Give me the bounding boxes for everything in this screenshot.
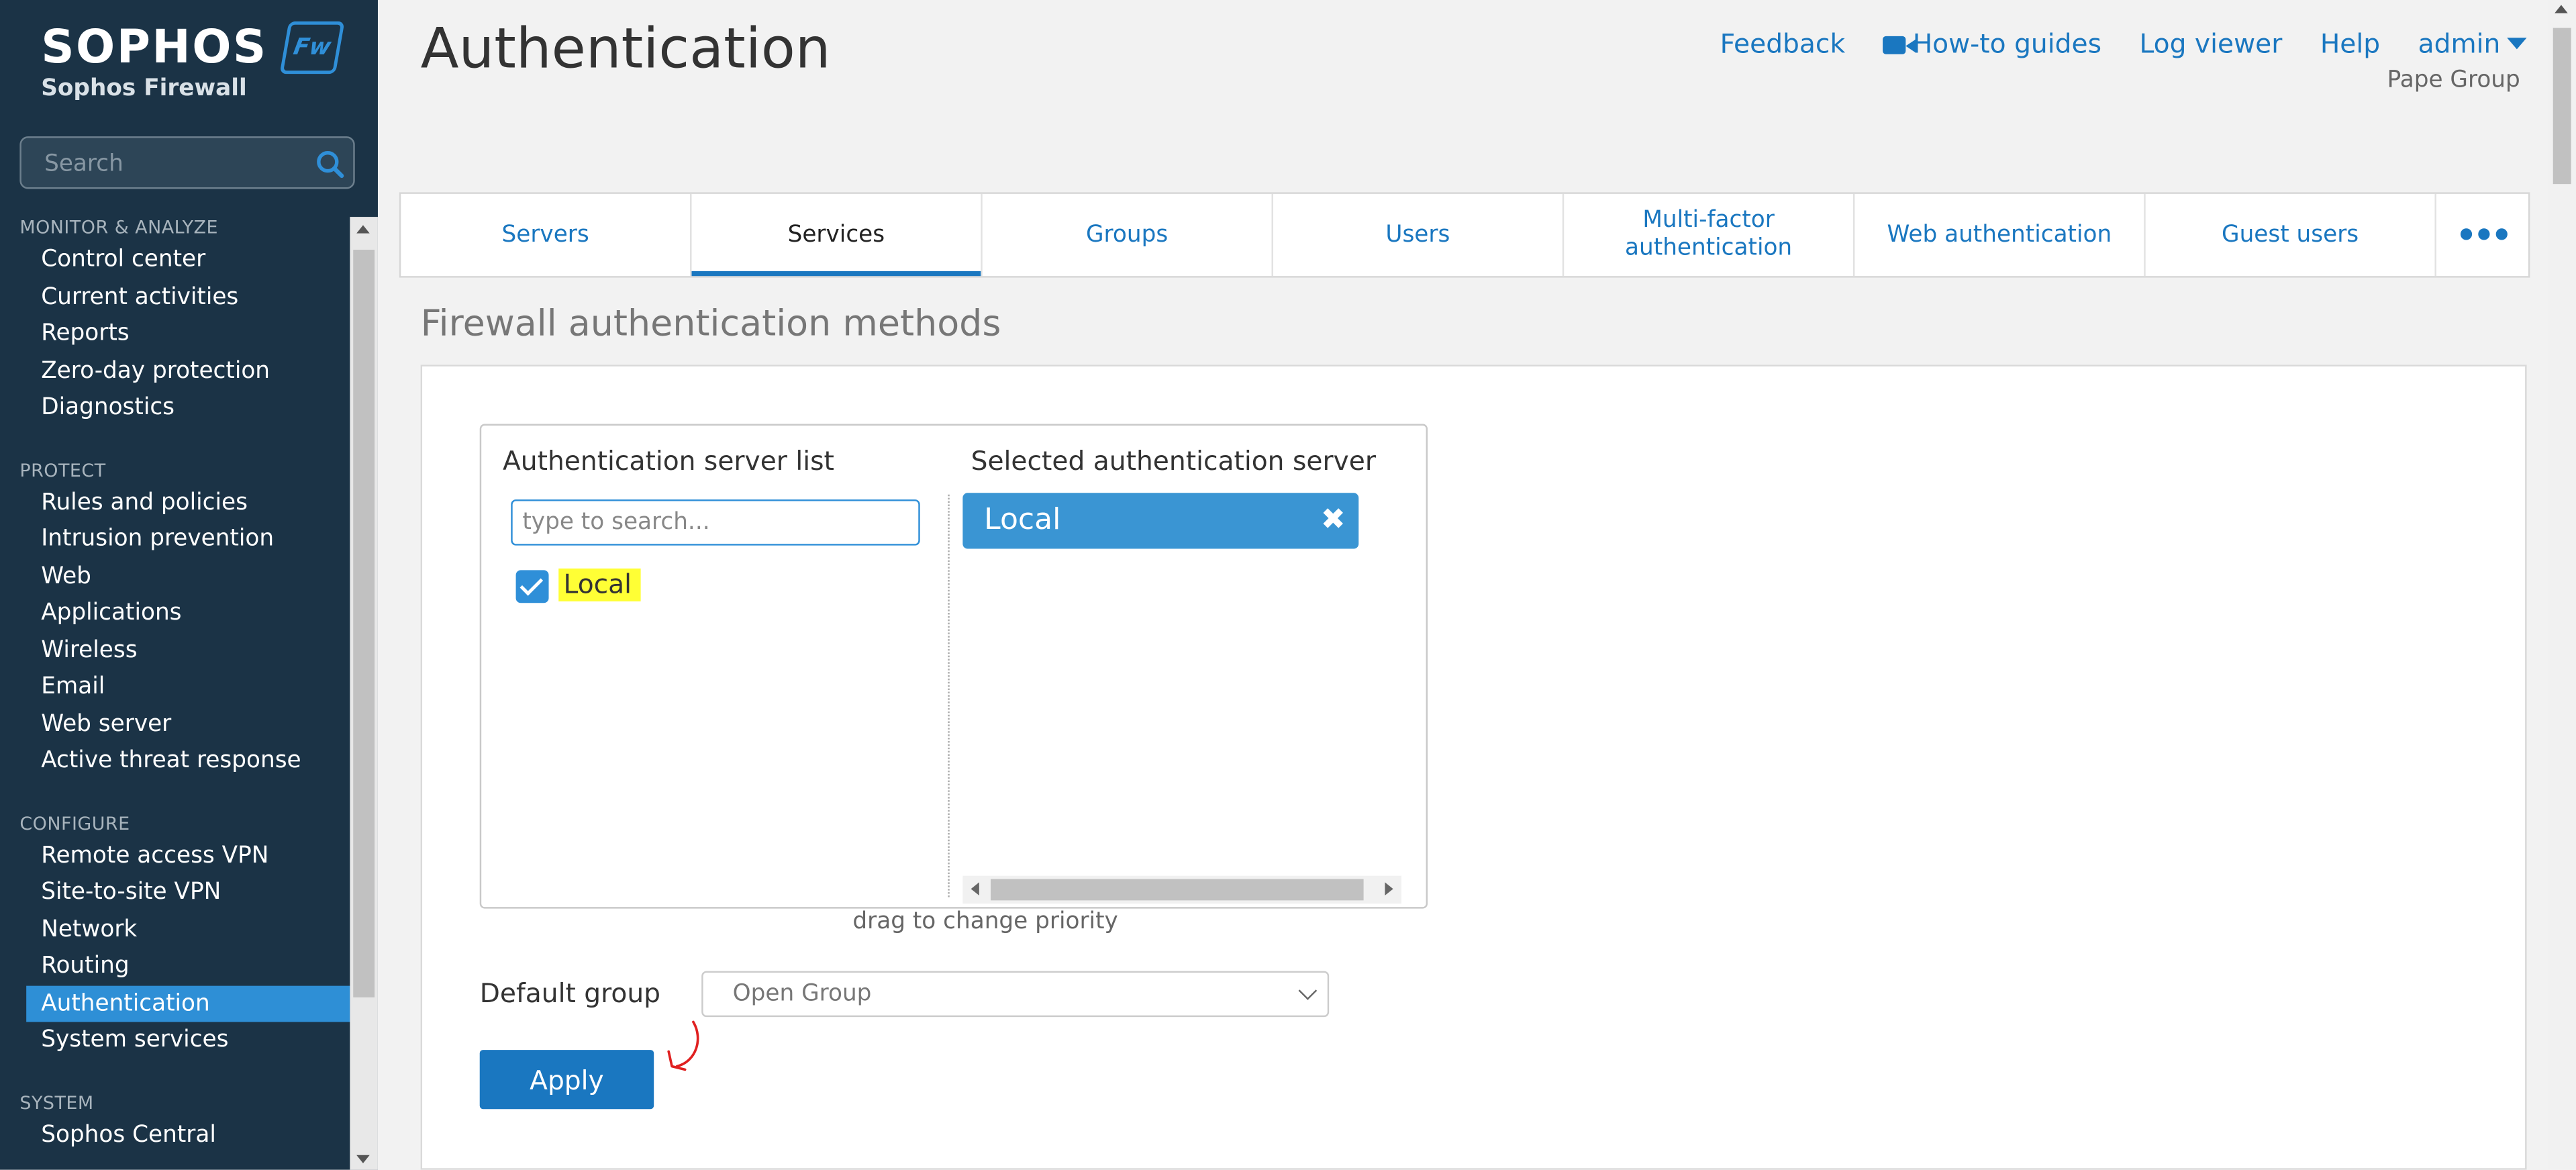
page-scroll-up-icon[interactable] xyxy=(2555,5,2568,13)
selected-list-hscrollbar[interactable] xyxy=(962,875,1401,904)
scroll-right-arrow-icon[interactable] xyxy=(1385,882,1393,895)
sidebar-item-rules-and-policies[interactable]: Rules and policies xyxy=(0,484,350,521)
sidebar-item-system-services[interactable]: System services xyxy=(0,1022,350,1059)
selected-server-item[interactable]: Local ✖ xyxy=(962,493,1359,549)
sidebar-item-active-threat-response[interactable]: Active threat response xyxy=(0,742,350,779)
drag-priority-hint: drag to change priority xyxy=(852,908,1118,935)
sidebar-item-sophos-central[interactable]: Sophos Central xyxy=(0,1116,350,1153)
sidebar-scroll-thumb[interactable] xyxy=(353,250,375,997)
admin-label: admin xyxy=(2418,28,2501,60)
auth-tabs: Servers Services Groups Users Multi-fact… xyxy=(399,192,2530,278)
sidebar-item-wireless[interactable]: Wireless xyxy=(0,632,350,669)
scroll-up-arrow-icon[interactable] xyxy=(356,225,370,234)
server-search-input[interactable] xyxy=(511,499,920,546)
admin-menu[interactable]: admin xyxy=(2418,28,2527,60)
red-arrow-annotation xyxy=(667,1020,699,1071)
tab-services[interactable]: Services xyxy=(691,193,983,277)
video-camera-icon xyxy=(1883,36,1916,54)
tab-guest-users[interactable]: Guest users xyxy=(2146,193,2436,277)
page-scrollbar[interactable] xyxy=(2548,0,2576,1170)
close-icon[interactable]: ✖ xyxy=(1321,493,1346,548)
checkbox-checked-icon[interactable] xyxy=(515,570,549,603)
page-scroll-thumb[interactable] xyxy=(2553,28,2571,185)
sidebar: SOPHOS Fw Sophos Firewall MONITOR & ANAL… xyxy=(0,0,378,1170)
help-link[interactable]: Help xyxy=(2320,28,2380,60)
sidebar-search xyxy=(19,136,355,189)
scroll-down-arrow-icon[interactable] xyxy=(356,1155,370,1163)
logo-wordmark: SOPHOS xyxy=(41,19,268,75)
sidebar-item-authentication[interactable]: Authentication xyxy=(26,985,350,1022)
product-name: Sophos Firewall xyxy=(41,75,247,102)
server-list-title: Authentication server list xyxy=(502,445,834,477)
tab-multi-factor-authentication[interactable]: Multi-factor authentication xyxy=(1564,193,1855,277)
how-to-guides-link[interactable]: How-to guides xyxy=(1883,28,2101,60)
nav-section-configure: CONFIGURE xyxy=(19,812,130,834)
list-divider xyxy=(948,494,950,897)
sidebar-item-email[interactable]: Email xyxy=(0,669,350,705)
sidebar-item-web-server[interactable]: Web server xyxy=(0,705,350,742)
tab-servers[interactable]: Servers xyxy=(401,193,692,277)
selected-server-label: Local xyxy=(984,502,1061,538)
default-group-select[interactable]: Open Group xyxy=(701,971,1330,1018)
top-navigation: Feedback How-to guides Log viewer Help a… xyxy=(1691,28,2527,60)
nav-section-protect: PROTECT xyxy=(19,459,106,481)
selected-server-title: Selected authentication server xyxy=(971,445,1376,477)
sidebar-item-web[interactable]: Web xyxy=(0,558,350,595)
log-viewer-link[interactable]: Log viewer xyxy=(2140,28,2283,60)
how-to-guides-label: How-to guides xyxy=(1912,28,2101,60)
nav-section-system: SYSTEM xyxy=(19,1091,94,1114)
sidebar-item-control-center[interactable]: Control center xyxy=(0,242,350,279)
sidebar-item-zero-day-protection[interactable]: Zero-day protection xyxy=(0,352,350,389)
sidebar-item-diagnostics[interactable]: Diagnostics xyxy=(0,389,350,426)
sidebar-scrollbar[interactable] xyxy=(350,217,378,1170)
organization-name: Pape Group xyxy=(2387,67,2520,94)
sidebar-search-input[interactable] xyxy=(41,146,311,183)
sophos-logo[interactable]: SOPHOS Fw Sophos Firewall xyxy=(41,19,345,102)
sidebar-item-routing[interactable]: Routing xyxy=(0,948,350,985)
more-tabs-icon[interactable]: ••• xyxy=(2436,194,2528,276)
default-group-label: Default group xyxy=(479,977,661,1009)
default-group-value: Open Group xyxy=(732,981,872,1008)
dual-list-box: Authentication server list Selected auth… xyxy=(479,424,1428,909)
section-title: Firewall authentication methods xyxy=(420,303,1001,346)
sidebar-item-remote-access-vpn[interactable]: Remote access VPN xyxy=(0,837,350,874)
sidebar-item-current-activities[interactable]: Current activities xyxy=(0,279,350,315)
tab-users[interactable]: Users xyxy=(1273,193,1565,277)
sidebar-item-intrusion-prevention[interactable]: Intrusion prevention xyxy=(0,521,350,558)
hscroll-thumb[interactable] xyxy=(990,879,1364,901)
page-title: Authentication xyxy=(420,16,831,83)
sidebar-nav: MONITOR & ANALYZE Control center Current… xyxy=(0,217,350,1153)
chevron-down-icon xyxy=(1298,981,1318,1000)
scroll-left-arrow-icon[interactable] xyxy=(971,882,979,895)
sidebar-item-applications[interactable]: Applications xyxy=(0,595,350,632)
fw-badge-icon: Fw xyxy=(279,21,345,75)
search-icon[interactable] xyxy=(315,150,345,179)
apply-button[interactable]: Apply xyxy=(479,1050,654,1110)
feedback-link[interactable]: Feedback xyxy=(1720,28,1846,60)
sidebar-item-site-to-site-vpn[interactable]: Site-to-site VPN xyxy=(0,874,350,911)
sidebar-item-reports[interactable]: Reports xyxy=(0,315,350,352)
server-list-item-label: Local xyxy=(558,568,642,601)
tab-groups[interactable]: Groups xyxy=(983,193,1273,277)
tab-web-authentication[interactable]: Web authentication xyxy=(1854,193,2146,277)
caret-down-icon xyxy=(2507,38,2527,50)
sidebar-item-network[interactable]: Network xyxy=(0,911,350,948)
nav-section-monitor: MONITOR & ANALYZE xyxy=(19,217,218,238)
